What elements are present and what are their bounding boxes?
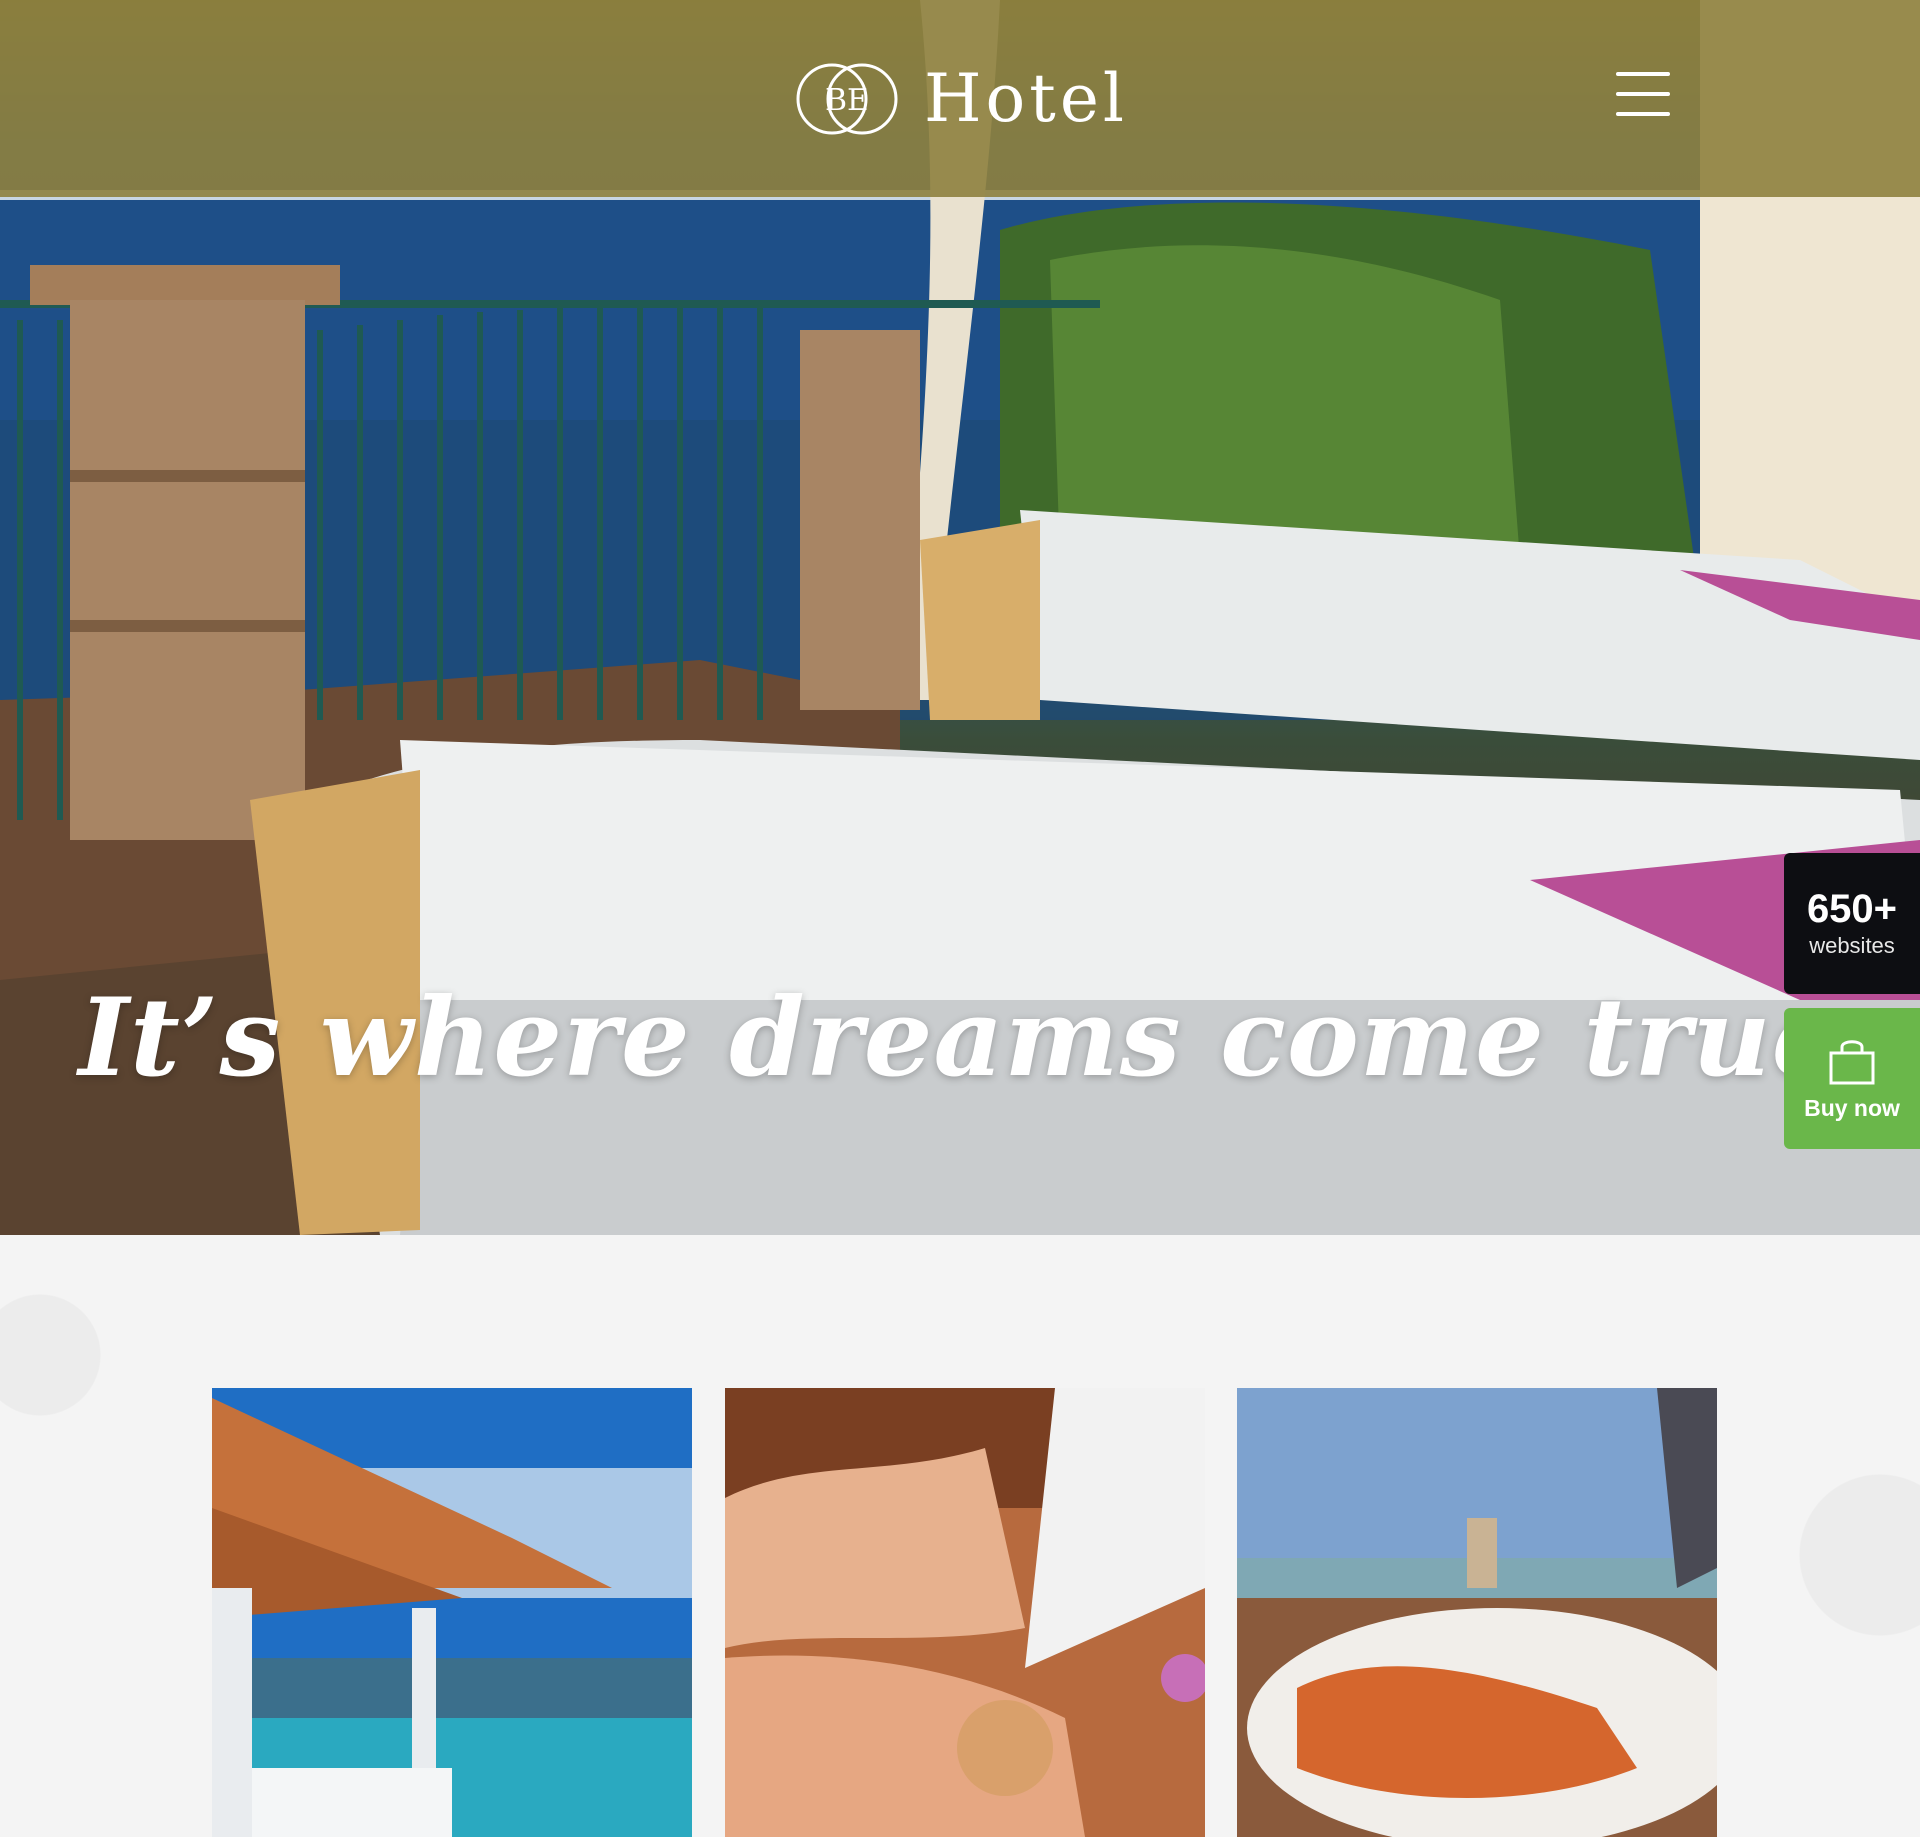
shopping-bag-icon (1829, 1040, 1875, 1085)
websites-label: websites (1809, 932, 1895, 958)
site-logo[interactable]: BE Hotel (792, 59, 1128, 139)
hero-section: BE Hotel It’s where dreams come true (0, 0, 1920, 1235)
spa-massage-photo[interactable] (725, 1388, 1205, 1837)
hero-tagline: It’s where dreams come true (78, 975, 1842, 1101)
websites-count: 650+ (1806, 886, 1898, 931)
hamburger-menu-icon[interactable] (1616, 72, 1670, 116)
brand-name: Hotel (924, 60, 1128, 137)
websites-count-badge[interactable]: 650+ websites (1784, 853, 1920, 994)
logo-initials: BE (825, 83, 869, 118)
buy-now-button[interactable]: Buy now (1784, 1008, 1920, 1149)
logo-rings-icon: BE (796, 63, 898, 134)
resort-pavilion-photo[interactable] (212, 1388, 692, 1837)
seafood-dinner-photo[interactable] (1237, 1388, 1717, 1837)
site-header: BE Hotel (0, 0, 1920, 197)
features-section (0, 1235, 1920, 1837)
buy-now-label: Buy now (1804, 1095, 1900, 1121)
page: BE Hotel It’s where dreams come true 650… (0, 0, 1920, 1837)
